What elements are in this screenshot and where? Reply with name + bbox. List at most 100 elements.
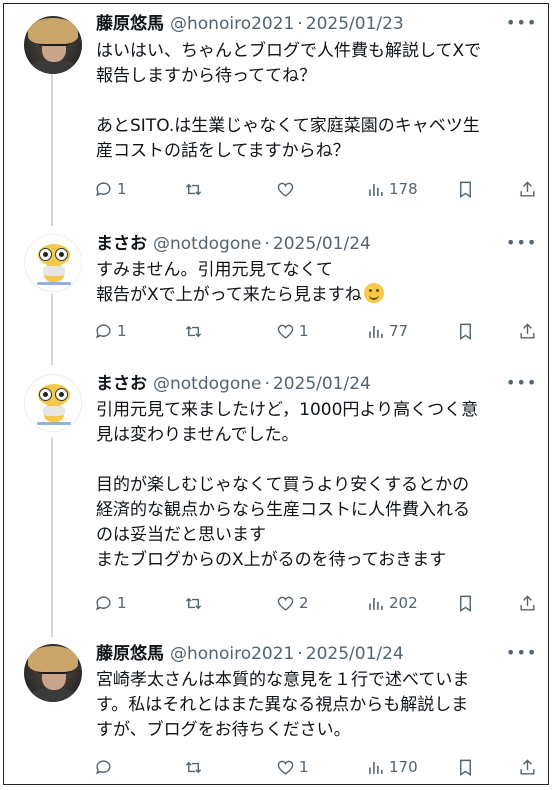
tweet-header: まさお @notdogone · 2025/01/24 <box>96 372 371 396</box>
more-options-icon[interactable]: ••• <box>506 235 536 256</box>
bookmark-icon <box>460 595 471 612</box>
tweet-line: すが、ブログをお待ちください。 <box>96 720 351 740</box>
retweet-button[interactable] <box>184 320 207 342</box>
tweet-text: 引用元見て来ましたけど，1000円より高くつく意 見は変わりませんでした。 目的… <box>96 398 526 573</box>
reply-icon <box>96 759 111 774</box>
like-button[interactable]: 2 <box>276 592 309 614</box>
bookmark-icon <box>460 181 471 198</box>
tweet-header: まさお @notdogone · 2025/01/24 <box>96 232 371 256</box>
reply-icon <box>96 595 111 610</box>
tweet[interactable]: 藤原悠馬 @honoiro2021 · 2025/01/24 ••• 宮崎孝太さんは本… <box>4 628 548 786</box>
like-icon <box>277 596 294 611</box>
tweet-header: 藤原悠馬 @honoiro2021 · 2025/01/23 <box>96 12 404 36</box>
share-icon <box>520 758 535 775</box>
share-button[interactable] <box>518 756 541 778</box>
share-icon <box>520 322 535 339</box>
reply-button[interactable] <box>94 756 117 778</box>
reply-button[interactable]: 1 <box>94 320 127 342</box>
like-button[interactable]: 1 <box>276 320 309 342</box>
user-handle[interactable]: @honoiro2021 <box>170 14 294 34</box>
reply-button[interactable]: 1 <box>94 592 127 614</box>
tweet-line: 引用元見て来ましたけど，1000円より高くつく意 <box>96 400 479 420</box>
reply-count: 1 <box>117 322 127 340</box>
views-icon <box>369 325 383 338</box>
tweet-line: す。私はそれとはまた異なる視点からも解説しま <box>96 695 469 715</box>
bookmark-button[interactable] <box>456 178 479 200</box>
like-count: 2 <box>299 594 309 612</box>
views-button[interactable]: 77 <box>366 320 408 342</box>
more-options-icon[interactable]: ••• <box>506 375 536 396</box>
reply-icon <box>96 323 111 338</box>
tweet-line: あとSITO.は生業じゃなくて家庭菜園のキャベツ生 <box>96 116 480 136</box>
action-bar: 1 1 77 <box>4 320 548 342</box>
view-count: 77 <box>389 322 409 340</box>
user-handle[interactable]: @notdogone <box>153 234 261 254</box>
tweet-line: はいはい、ちゃんとブログで人件費も解説してXで <box>96 41 482 61</box>
tweet[interactable]: 藤原悠馬 @honoiro2021 · 2025/01/23 ••• はいはい、ちゃん… <box>4 4 548 218</box>
tweet-text: はいはい、ちゃんとブログで人件費も解説してXで 報告しますから待っててね？ あと… <box>96 39 526 164</box>
display-name[interactable]: 藤原悠馬 <box>96 14 164 34</box>
like-button[interactable] <box>276 178 299 200</box>
tweet-line: 産コストの話をしてますからね？ <box>96 141 350 161</box>
retweet-icon <box>185 325 202 337</box>
tweet-line: のは妥当だと思います <box>96 525 266 545</box>
post-date[interactable]: 2025/01/23 <box>306 14 404 34</box>
share-icon <box>520 180 535 197</box>
display-name[interactable]: 藤原悠馬 <box>96 644 164 664</box>
bookmark-button[interactable] <box>456 320 479 342</box>
like-button[interactable]: 1 <box>276 756 309 778</box>
avatar[interactable] <box>24 644 82 702</box>
views-button[interactable]: 178 <box>366 178 418 200</box>
action-bar: 1 2 202 <box>4 592 548 614</box>
like-icon <box>277 760 294 775</box>
reply-button[interactable]: 1 <box>94 178 127 200</box>
bookmark-button[interactable] <box>456 756 479 778</box>
separator-dot: · <box>297 644 303 664</box>
more-options-icon[interactable]: ••• <box>506 15 536 36</box>
avatar[interactable] <box>24 234 82 292</box>
thread-frame: 藤原悠馬 @honoiro2021 · 2025/01/23 ••• はいはい、ちゃん… <box>3 3 549 785</box>
avatar[interactable] <box>24 16 82 74</box>
retweet-icon <box>185 183 202 195</box>
share-button[interactable] <box>518 592 541 614</box>
like-count: 1 <box>299 758 309 776</box>
like-count: 1 <box>299 322 309 340</box>
share-icon <box>520 594 535 611</box>
share-button[interactable] <box>518 178 541 200</box>
tweet-line: 目的が楽しむじゃなくて買うより安くするとかの <box>96 475 470 495</box>
tweet[interactable]: まさお @notdogone · 2025/01/24 ••• 引用元見て来ましたけど… <box>4 358 548 628</box>
action-bar: 1 178 <box>4 178 548 200</box>
more-options-icon[interactable]: ••• <box>506 645 536 666</box>
share-button[interactable] <box>518 320 541 342</box>
like-icon <box>277 324 294 339</box>
tweet-text: すみません。引用元見てなくて 報告がXで上がって来たら見ますね <box>96 258 526 308</box>
avatar[interactable] <box>24 374 82 432</box>
tweet-line: 宮崎孝太さんは本質的な意見を１行で述べていま <box>96 670 470 690</box>
user-handle[interactable]: @notdogone <box>153 374 261 394</box>
reply-count: 1 <box>117 594 127 612</box>
post-date[interactable]: 2025/01/24 <box>273 234 371 254</box>
tweet-line: またブログからのX上がるのを待っておきます <box>96 550 447 570</box>
tweet-header: 藤原悠馬 @honoiro2021 · 2025/01/24 <box>96 642 404 666</box>
bookmark-button[interactable] <box>456 592 479 614</box>
retweet-button[interactable] <box>184 592 207 614</box>
post-date[interactable]: 2025/01/24 <box>273 374 371 394</box>
user-handle[interactable]: @honoiro2021 <box>170 644 294 664</box>
display-name[interactable]: まさお <box>96 374 147 394</box>
views-button[interactable]: 202 <box>366 592 418 614</box>
action-bar: 1 170 <box>4 756 548 778</box>
view-count: 202 <box>389 594 418 612</box>
display-name[interactable]: まさお <box>96 234 147 254</box>
like-icon <box>277 182 294 197</box>
tweet-line: 経済的な観点からなら生産コストに人件費入れる <box>96 500 470 520</box>
smiling-face-emoji <box>363 283 384 303</box>
retweet-icon <box>185 761 202 773</box>
separator-dot: · <box>297 14 303 34</box>
retweet-button[interactable] <box>184 756 207 778</box>
post-date[interactable]: 2025/01/24 <box>306 644 404 664</box>
views-button[interactable]: 170 <box>366 756 418 778</box>
retweet-button[interactable] <box>184 178 207 200</box>
tweet-line: 報告しますから待っててね？ <box>96 66 317 86</box>
tweet[interactable]: まさお @notdogone · 2025/01/24 ••• すみません。引用元見て… <box>4 218 548 358</box>
